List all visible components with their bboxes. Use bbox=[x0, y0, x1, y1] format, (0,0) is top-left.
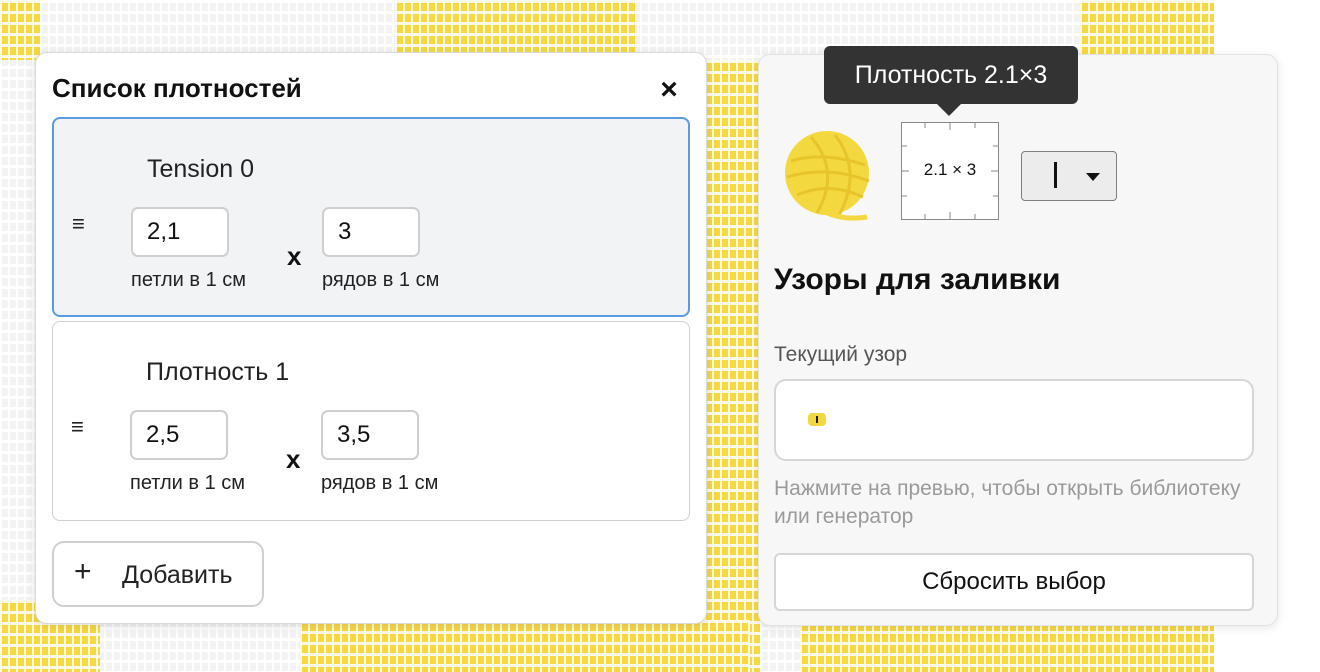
needle-select[interactable] bbox=[1021, 151, 1117, 201]
yarn-ball-icon[interactable] bbox=[783, 131, 873, 221]
chart-yellow-region bbox=[395, 0, 635, 60]
tension-card[interactable]: ≡ Плотность 1 x петли в 1 см рядов в 1 с… bbox=[52, 321, 690, 521]
rows-unit-label: рядов в 1 см bbox=[321, 472, 439, 494]
current-pattern-label: Текущий узор bbox=[774, 343, 908, 366]
tension-name[interactable]: Плотность 1 bbox=[146, 358, 289, 387]
add-button-label: Добавить bbox=[122, 561, 233, 589]
add-tension-button[interactable]: + Добавить bbox=[52, 541, 264, 607]
chart-yellow-region bbox=[800, 620, 1214, 672]
gauge-label: 2.1 × 3 bbox=[923, 160, 977, 179]
drag-handle-icon[interactable]: ≡ bbox=[71, 414, 84, 440]
fill-patterns-panel: 2.1 × 3 Узоры для заливки Текущий узор Н… bbox=[758, 54, 1278, 626]
tension-card[interactable]: ≡ Tension 0 x петли в 1 см рядов в 1 см bbox=[52, 117, 690, 317]
close-icon[interactable]: × bbox=[654, 75, 684, 105]
drag-handle-icon[interactable]: ≡ bbox=[72, 211, 85, 237]
chart-yellow-region bbox=[300, 620, 750, 672]
stitches-per-cm-input[interactable] bbox=[130, 410, 228, 460]
multiply-sign: x bbox=[286, 444, 301, 474]
stitches-per-cm-input[interactable] bbox=[131, 207, 229, 257]
tooltip: Плотность 2.1×3 bbox=[824, 46, 1078, 104]
pattern-preview[interactable] bbox=[774, 379, 1254, 461]
hint-text: Нажмите на превью, чтобы открыть библиот… bbox=[774, 477, 1241, 528]
rows-unit-label: рядов в 1 см bbox=[322, 269, 440, 291]
tooltip-arrow bbox=[937, 104, 961, 116]
stitches-unit-label: петли в 1 см bbox=[131, 269, 247, 291]
reset-selection-button[interactable]: Сбросить выбор bbox=[774, 553, 1254, 611]
rows-per-cm-input[interactable] bbox=[321, 410, 419, 460]
density-list-panel: Список плотностей × ≡ Tension 0 x петли … bbox=[35, 52, 707, 624]
multiply-sign: x bbox=[287, 241, 302, 271]
rows-per-cm-input[interactable] bbox=[322, 207, 420, 257]
chart-yellow-region bbox=[0, 0, 40, 60]
chart-yellow-region bbox=[1080, 0, 1214, 60]
stitch-icon bbox=[808, 413, 826, 426]
gauge-swatch[interactable]: 2.1 × 3 bbox=[901, 122, 999, 220]
section-title: Узоры для заливки bbox=[774, 263, 1061, 296]
panel-title: Список плотностей bbox=[52, 73, 302, 103]
plus-icon: + bbox=[74, 555, 92, 588]
tension-name[interactable]: Tension 0 bbox=[147, 155, 254, 184]
needle-icon bbox=[1054, 162, 1057, 188]
stitches-unit-label: петли в 1 см bbox=[130, 472, 246, 494]
chevron-down-icon bbox=[1086, 173, 1100, 181]
